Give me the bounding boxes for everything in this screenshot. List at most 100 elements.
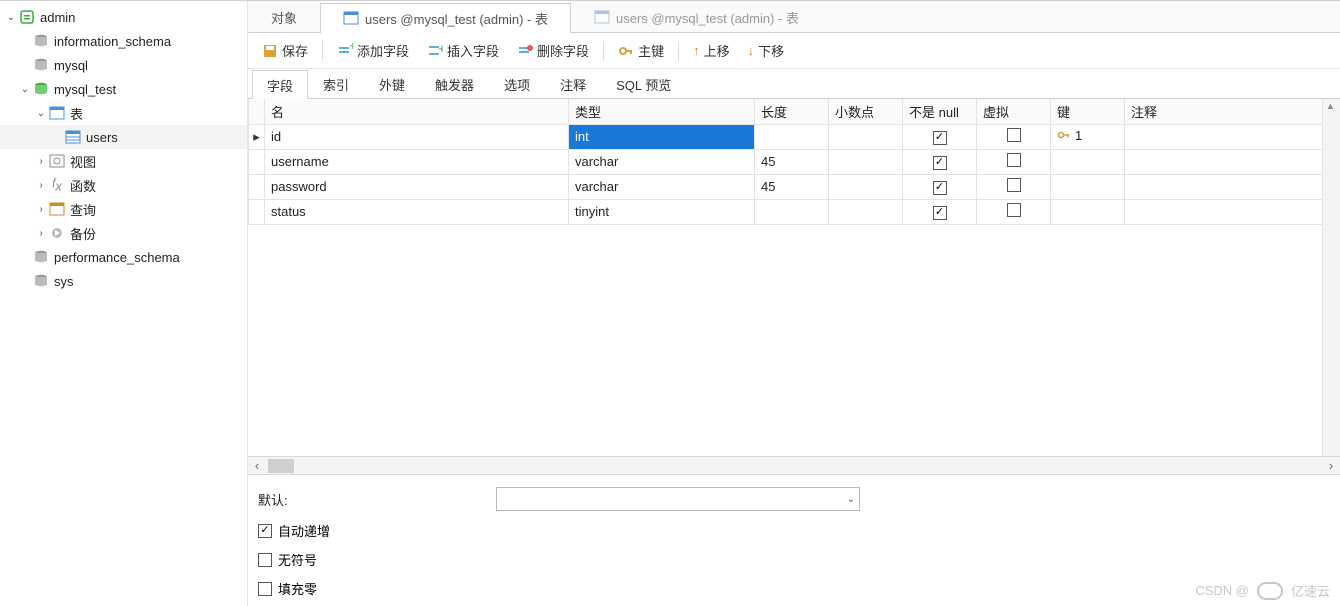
tab-table-active[interactable]: users @mysql_test (admin) - 表: [320, 3, 571, 33]
col-name[interactable]: 名: [265, 99, 569, 124]
cell-decimals[interactable]: [829, 174, 903, 199]
tab-options[interactable]: 选项: [489, 69, 545, 98]
tab-fields[interactable]: 字段: [252, 70, 308, 99]
cell-length[interactable]: [755, 124, 829, 149]
chevron-right-icon[interactable]: ›: [34, 204, 48, 215]
tab-table-inactive[interactable]: users @mysql_test (admin) - 表: [571, 2, 822, 32]
cell-type[interactable]: varchar: [569, 174, 755, 199]
move-down-button[interactable]: ↓ 下移: [740, 37, 793, 64]
cell-type[interactable]: int: [569, 124, 755, 149]
query-icon: [48, 200, 66, 218]
cell-decimals[interactable]: [829, 149, 903, 174]
table-row[interactable]: ▸idint1: [249, 124, 1340, 149]
unsigned-checkbox[interactable]: 无符号: [258, 550, 1330, 569]
tree-db-sys[interactable]: sys: [0, 269, 247, 293]
cell-name[interactable]: id: [265, 124, 569, 149]
chevron-right-icon[interactable]: ›: [34, 180, 48, 191]
table-row[interactable]: statustinyint: [249, 199, 1340, 224]
horizontal-scrollbar[interactable]: ‹ ›: [248, 456, 1340, 474]
tab-comment[interactable]: 注释: [545, 69, 601, 98]
tree-queries[interactable]: › 查询: [0, 197, 247, 221]
chevron-down-icon[interactable]: ⌄: [4, 12, 18, 23]
tab-sql-preview[interactable]: SQL 预览: [601, 69, 686, 98]
tab-indexes[interactable]: 索引: [308, 69, 364, 98]
tree-label: information_schema: [54, 34, 171, 49]
tree-db-performance-schema[interactable]: performance_schema: [0, 245, 247, 269]
file-tabs: 对象 users @mysql_test (admin) - 表 users @…: [248, 1, 1340, 33]
cell-length[interactable]: [755, 199, 829, 224]
cell-not-null[interactable]: [903, 199, 977, 224]
insert-field-button[interactable]: + 插入字段: [419, 37, 507, 64]
default-select[interactable]: ⌄: [496, 487, 860, 511]
primary-key-button[interactable]: 主键: [610, 37, 672, 64]
cell-decimals[interactable]: [829, 124, 903, 149]
col-decimals[interactable]: 小数点: [829, 99, 903, 124]
cell-comment[interactable]: [1125, 149, 1340, 174]
cell-virtual[interactable]: [977, 174, 1051, 199]
scroll-left-icon[interactable]: ‹: [248, 458, 266, 473]
table-row[interactable]: usernamevarchar45: [249, 149, 1340, 174]
tree-backups[interactable]: › 备份: [0, 221, 247, 245]
delete-field-button[interactable]: 删除字段: [509, 37, 597, 64]
auto-increment-checkbox[interactable]: 自动递增: [258, 521, 1330, 540]
cell-name[interactable]: username: [265, 149, 569, 174]
tab-objects[interactable]: 对象: [248, 2, 320, 32]
tree-table-users[interactable]: users: [0, 125, 247, 149]
cell-length[interactable]: 45: [755, 149, 829, 174]
tab-triggers[interactable]: 触发器: [420, 69, 489, 98]
button-label: 主键: [638, 41, 664, 60]
cell-key[interactable]: [1051, 149, 1125, 174]
cell-type[interactable]: tinyint: [569, 199, 755, 224]
tree-tables[interactable]: ⌄ 表: [0, 101, 247, 125]
table-group-icon: [48, 104, 66, 122]
tree-views[interactable]: › 视图: [0, 149, 247, 173]
vertical-scrollbar[interactable]: [1322, 99, 1340, 456]
cell-type[interactable]: varchar: [569, 149, 755, 174]
col-virtual[interactable]: 虚拟: [977, 99, 1051, 124]
zerofill-checkbox[interactable]: 填充零: [258, 579, 1330, 598]
table-row[interactable]: passwordvarchar45: [249, 174, 1340, 199]
cell-key[interactable]: [1051, 174, 1125, 199]
cell-comment[interactable]: [1125, 199, 1340, 224]
chevron-right-icon[interactable]: ›: [34, 156, 48, 167]
chevron-right-icon[interactable]: ›: [34, 228, 48, 239]
scroll-right-icon[interactable]: ›: [1322, 458, 1340, 473]
col-type[interactable]: 类型: [569, 99, 755, 124]
scroll-thumb[interactable]: [268, 459, 294, 473]
cell-name[interactable]: status: [265, 199, 569, 224]
watermark: CSDN @ 亿速云: [1195, 581, 1330, 600]
cell-length[interactable]: 45: [755, 174, 829, 199]
tree-label: 查询: [70, 200, 96, 219]
cell-not-null[interactable]: [903, 174, 977, 199]
tree-connection-admin[interactable]: ⌄ admin: [0, 5, 247, 29]
cell-virtual[interactable]: [977, 199, 1051, 224]
move-up-button[interactable]: ↑ 上移: [685, 37, 738, 64]
tree-functions[interactable]: › fx 函数: [0, 173, 247, 197]
tree-db-mysql-test[interactable]: ⌄ mysql_test: [0, 77, 247, 101]
cell-virtual[interactable]: [977, 124, 1051, 149]
col-not-null[interactable]: 不是 null: [903, 99, 977, 124]
tab-foreign-keys[interactable]: 外键: [364, 69, 420, 98]
connection-tree[interactable]: ⌄ admin information_schema mysql ⌄ mysql…: [0, 1, 248, 606]
tree-db-information-schema[interactable]: information_schema: [0, 29, 247, 53]
cell-name[interactable]: password: [265, 174, 569, 199]
cell-key[interactable]: [1051, 199, 1125, 224]
tree-label: 函数: [70, 176, 96, 195]
col-key[interactable]: 键: [1051, 99, 1125, 124]
cell-comment[interactable]: [1125, 124, 1340, 149]
cell-key[interactable]: 1: [1051, 124, 1125, 149]
chevron-down-icon[interactable]: ⌄: [34, 108, 48, 119]
col-length[interactable]: 长度: [755, 99, 829, 124]
save-button[interactable]: 保存: [254, 37, 316, 64]
cell-not-null[interactable]: [903, 124, 977, 149]
cell-virtual[interactable]: [977, 149, 1051, 174]
cell-not-null[interactable]: [903, 149, 977, 174]
add-field-button[interactable]: + 添加字段: [329, 37, 417, 64]
cell-decimals[interactable]: [829, 199, 903, 224]
chevron-down-icon[interactable]: ⌄: [18, 84, 32, 95]
col-comment[interactable]: 注释: [1125, 99, 1340, 124]
tree-db-mysql[interactable]: mysql: [0, 53, 247, 77]
cell-comment[interactable]: [1125, 174, 1340, 199]
fields-grid[interactable]: 名 类型 长度 小数点 不是 null 虚拟 键 注释 ▸idint1usern…: [248, 99, 1340, 456]
arrow-down-icon: ↓: [748, 43, 755, 58]
